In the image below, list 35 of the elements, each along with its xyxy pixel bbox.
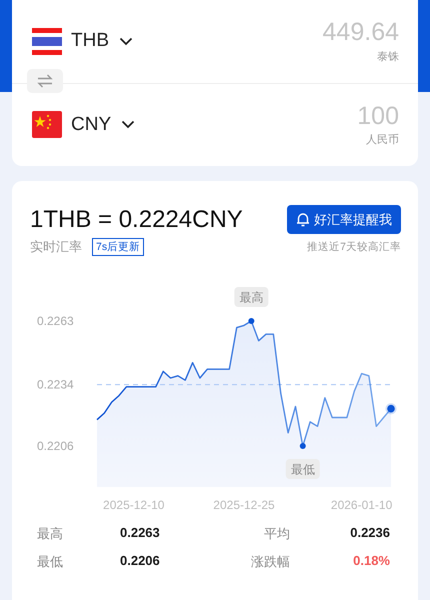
alert-note: 推送近7天较高汇率: [307, 240, 401, 254]
stat-label: 涨跌幅: [250, 553, 290, 571]
marker-dot: [300, 443, 306, 449]
refresh-badge: 7s后更新: [92, 238, 144, 256]
chevron-down-icon[interactable]: [119, 36, 133, 46]
stat-label: 最高: [37, 525, 64, 543]
rate-headline: 1THB = 0.2224CNY: [30, 206, 243, 234]
chevron-down-icon[interactable]: [121, 120, 136, 130]
axis-label: 2025-12-25: [213, 498, 275, 512]
currency-code[interactable]: THB: [71, 30, 109, 52]
axis-label: 0.2263: [37, 314, 74, 328]
swap-button[interactable]: [27, 69, 63, 93]
axis-label: 0.2206: [37, 439, 74, 453]
end-point-marker: [386, 403, 396, 414]
stat-value: 0.2263: [120, 525, 161, 542]
alert-button[interactable]: 好汇率提醒我: [287, 205, 401, 234]
stat-value: 0.18%: [352, 553, 390, 570]
stat-value: 0.2206: [120, 553, 161, 570]
flag-icon: [32, 111, 62, 138]
stat-value: 0.2236: [349, 525, 390, 542]
stat-label: 平均: [263, 525, 290, 543]
marker-label: 最高: [234, 287, 268, 307]
marker-dot: [248, 318, 254, 324]
rate-label: 实时汇率: [30, 238, 82, 256]
bell-icon: [296, 212, 310, 227]
axis-label: 2026-01-10: [330, 498, 392, 512]
axis-label: 0.2234: [37, 378, 74, 392]
swap-icon: [37, 74, 53, 88]
currency-name: 泰铢: [377, 50, 399, 64]
flag-icon: [32, 28, 62, 55]
axis-label: 2025-12-10: [103, 498, 164, 512]
currency-name: 人民币: [366, 133, 399, 147]
stat-label: 最低: [37, 553, 64, 571]
marker-label: 最低: [286, 459, 320, 479]
currency-code[interactable]: CNY: [71, 114, 112, 136]
